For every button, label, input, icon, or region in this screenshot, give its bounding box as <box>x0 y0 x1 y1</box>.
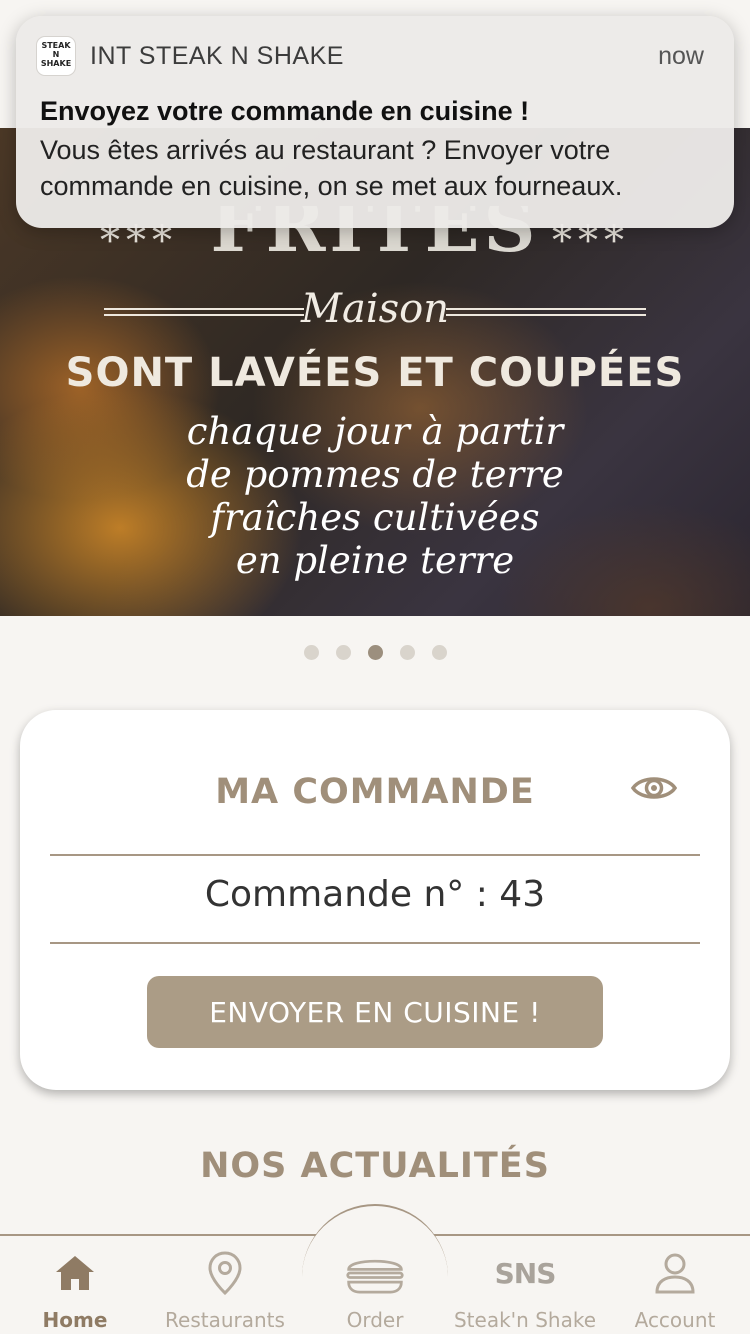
hero-handwritten-text: chaque jour à partir de pommes de terre … <box>0 410 750 582</box>
tab-label: Order <box>346 1308 404 1332</box>
divider <box>50 854 700 856</box>
carousel-dot-active[interactable] <box>367 645 383 660</box>
sns-logo-icon: SNS <box>494 1248 557 1298</box>
tab-steak-n-shake[interactable]: SNS Steak'n Shake <box>450 1248 600 1334</box>
home-icon <box>45 1248 105 1298</box>
tab-home[interactable]: Home <box>0 1248 150 1334</box>
carousel-pagination <box>0 645 750 660</box>
order-card: MA COMMANDE Commande n° : 43 ENVOYER EN … <box>20 710 730 1090</box>
hero-hand-line: en pleine terre <box>235 539 515 582</box>
app-logo-icon: STEAK N SHAKE <box>36 36 76 76</box>
hero-hand-line: fraîches cultivées <box>210 496 540 539</box>
tab-account[interactable]: Account <box>600 1248 750 1334</box>
divider <box>50 942 700 944</box>
notification-title: Envoyez votre commande en cuisine ! <box>40 96 530 126</box>
order-card-title: MA COMMANDE <box>215 772 535 812</box>
tab-label: Steak'n Shake <box>453 1308 596 1332</box>
notification-body: Vous êtes arrivés au restaurant ? Envoye… <box>40 135 623 201</box>
tab-label: Restaurants <box>165 1308 285 1332</box>
eye-icon[interactable] <box>630 768 678 808</box>
carousel-dot[interactable] <box>431 645 447 660</box>
person-icon <box>645 1248 705 1298</box>
tab-label: Home <box>42 1308 108 1332</box>
tab-order[interactable]: Order <box>300 1248 450 1334</box>
carousel-dot[interactable] <box>335 645 351 660</box>
carousel-dot[interactable] <box>303 645 319 660</box>
hero-script-word: Maison <box>301 286 449 332</box>
send-to-kitchen-button[interactable]: ENVOYER EN CUISINE ! <box>147 976 603 1048</box>
hero-hand-line: chaque jour à partir <box>186 410 564 453</box>
push-notification[interactable]: STEAK N SHAKE INT STEAK N SHAKE now Envo… <box>16 16 734 228</box>
carousel-dot[interactable] <box>399 645 415 660</box>
notification-time: now <box>658 42 704 70</box>
news-section-title: NOS ACTUALITÉS <box>200 1146 550 1186</box>
sns-logo-text: SNS <box>494 1256 557 1290</box>
order-number: Commande n° : 43 <box>204 874 546 915</box>
burger-icon <box>345 1248 405 1298</box>
hero-headline: SONT LAVÉES ET COUPÉES <box>65 350 685 396</box>
map-pin-icon <box>195 1248 255 1298</box>
tab-label: Account <box>634 1308 716 1332</box>
tab-restaurants[interactable]: Restaurants <box>150 1248 300 1334</box>
hero-hand-line: de pommes de terre <box>186 453 564 496</box>
notification-app-name: INT STEAK N SHAKE <box>90 42 344 70</box>
